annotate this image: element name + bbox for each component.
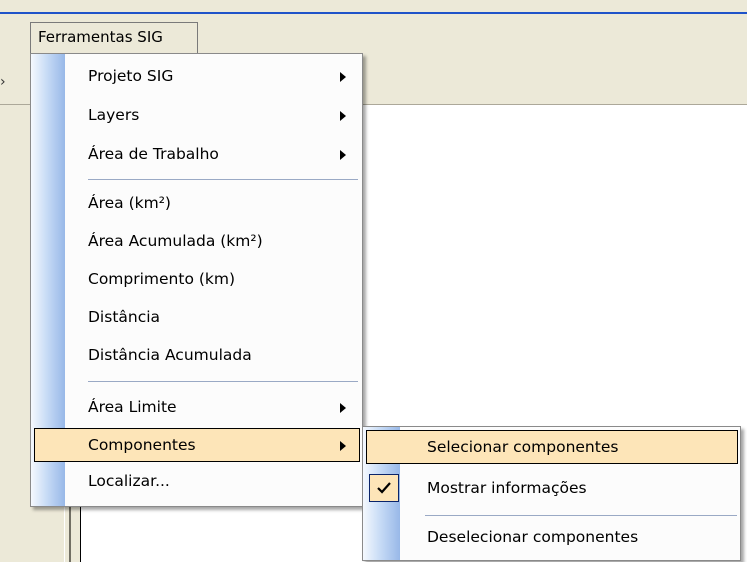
menu-item-label: Distância Acumulada [88,346,252,364]
menu-item-distancia-acumulada[interactable]: Distância Acumulada [34,339,360,373]
menu-separator [88,381,358,382]
menu-item-label: Layers [88,106,140,124]
menu-item-area-limite[interactable]: Área Limite [34,391,360,425]
submenu-arrow-icon [340,403,346,413]
menu-item-label: Mostrar informações [427,479,587,497]
menu-item-label: Área Acumulada (km²) [88,232,263,250]
menu-item-label: Projeto SIG [88,67,174,85]
menu-item-label: Comprimento (km) [88,270,236,288]
menu-item-deselecionar-componentes[interactable]: Deselecionar componentes [366,521,738,555]
menu-item-layers[interactable]: Layers [34,99,360,133]
toolbar-edge-fragment: › [0,74,6,90]
menu-separator [88,179,358,180]
menu-item-mostrar-informacoes[interactable]: Mostrar informações [366,472,738,506]
menu-ferramentas-sig-label: Ferramentas SIG [38,28,163,46]
menu-item-label: Área (km²) [88,194,171,212]
menu-item-comprimento[interactable]: Comprimento (km) [34,263,360,297]
menu-item-label: Selecionar componentes [427,438,619,456]
submenu-arrow-icon [340,150,346,160]
menu-item-localizar[interactable]: Localizar... [34,465,360,499]
menu-item-label: Componentes [88,436,196,454]
submenu-arrow-icon [340,72,346,82]
menu-item-projeto-sig[interactable]: Projeto SIG [34,60,360,94]
menu-item-componentes[interactable]: Componentes [34,428,360,462]
check-indicator [369,474,399,502]
menu-item-label: Deselecionar componentes [427,528,639,546]
menu-item-label: Localizar... [88,472,170,490]
menu-item-area-acumulada[interactable]: Área Acumulada (km²) [34,225,360,259]
menu-item-selecionar-componentes[interactable]: Selecionar componentes [366,430,738,464]
componentes-submenu: Selecionar componentes Mostrar informaçõ… [362,426,741,561]
menu-item-label: Área Limite [88,398,177,416]
menu-item-label: Distância [88,308,161,326]
submenu-arrow-icon [340,441,346,451]
submenu-arrow-icon [340,111,346,121]
ferramentas-sig-dropdown: Projeto SIG Layers Área de Trabalho Área… [30,53,363,507]
check-icon [377,482,391,494]
menu-separator [425,515,737,516]
menu-item-area-km2[interactable]: Área (km²) [34,187,360,221]
menu-ferramentas-sig[interactable]: Ferramentas SIG [30,22,198,53]
window-titlebar-edge [0,0,747,14]
menu-item-label: Área de Trabalho [88,145,219,163]
menu-item-distancia[interactable]: Distância [34,301,360,335]
menu-item-area-de-trabalho[interactable]: Área de Trabalho [34,138,360,172]
